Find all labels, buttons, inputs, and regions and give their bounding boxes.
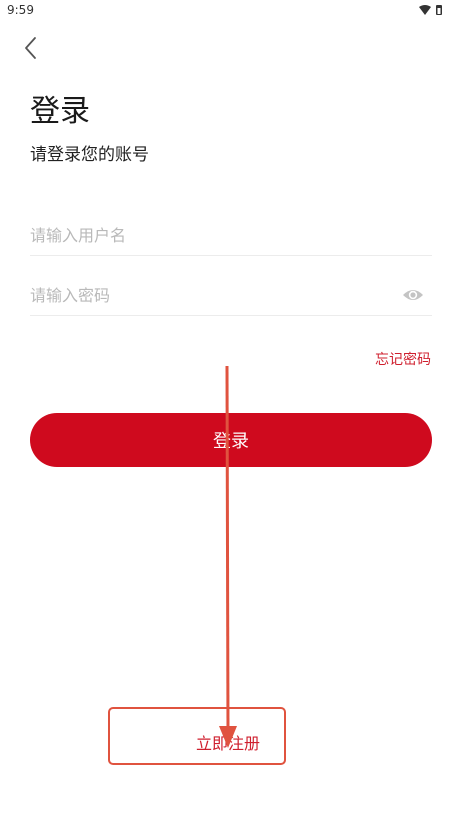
password-field — [30, 275, 432, 316]
username-input[interactable] — [30, 215, 390, 255]
page-title: 登录 — [30, 94, 90, 129]
username-field — [30, 215, 432, 256]
forgot-password-link[interactable]: 忘记密码 — [375, 349, 431, 369]
password-input[interactable] — [30, 275, 390, 315]
page-subtitle: 请登录您的账号 — [30, 145, 149, 165]
status-bar: 9:59 — [0, 0, 461, 20]
register-link[interactable]: 立即注册 — [196, 730, 260, 754]
chevron-left-icon — [25, 37, 36, 59]
back-button[interactable] — [14, 32, 46, 64]
login-button[interactable]: 登录 — [30, 413, 432, 467]
wifi-icon — [419, 5, 431, 15]
status-time: 9:59 — [7, 3, 34, 17]
eye-icon[interactable] — [402, 285, 424, 305]
status-icons — [419, 5, 442, 15]
